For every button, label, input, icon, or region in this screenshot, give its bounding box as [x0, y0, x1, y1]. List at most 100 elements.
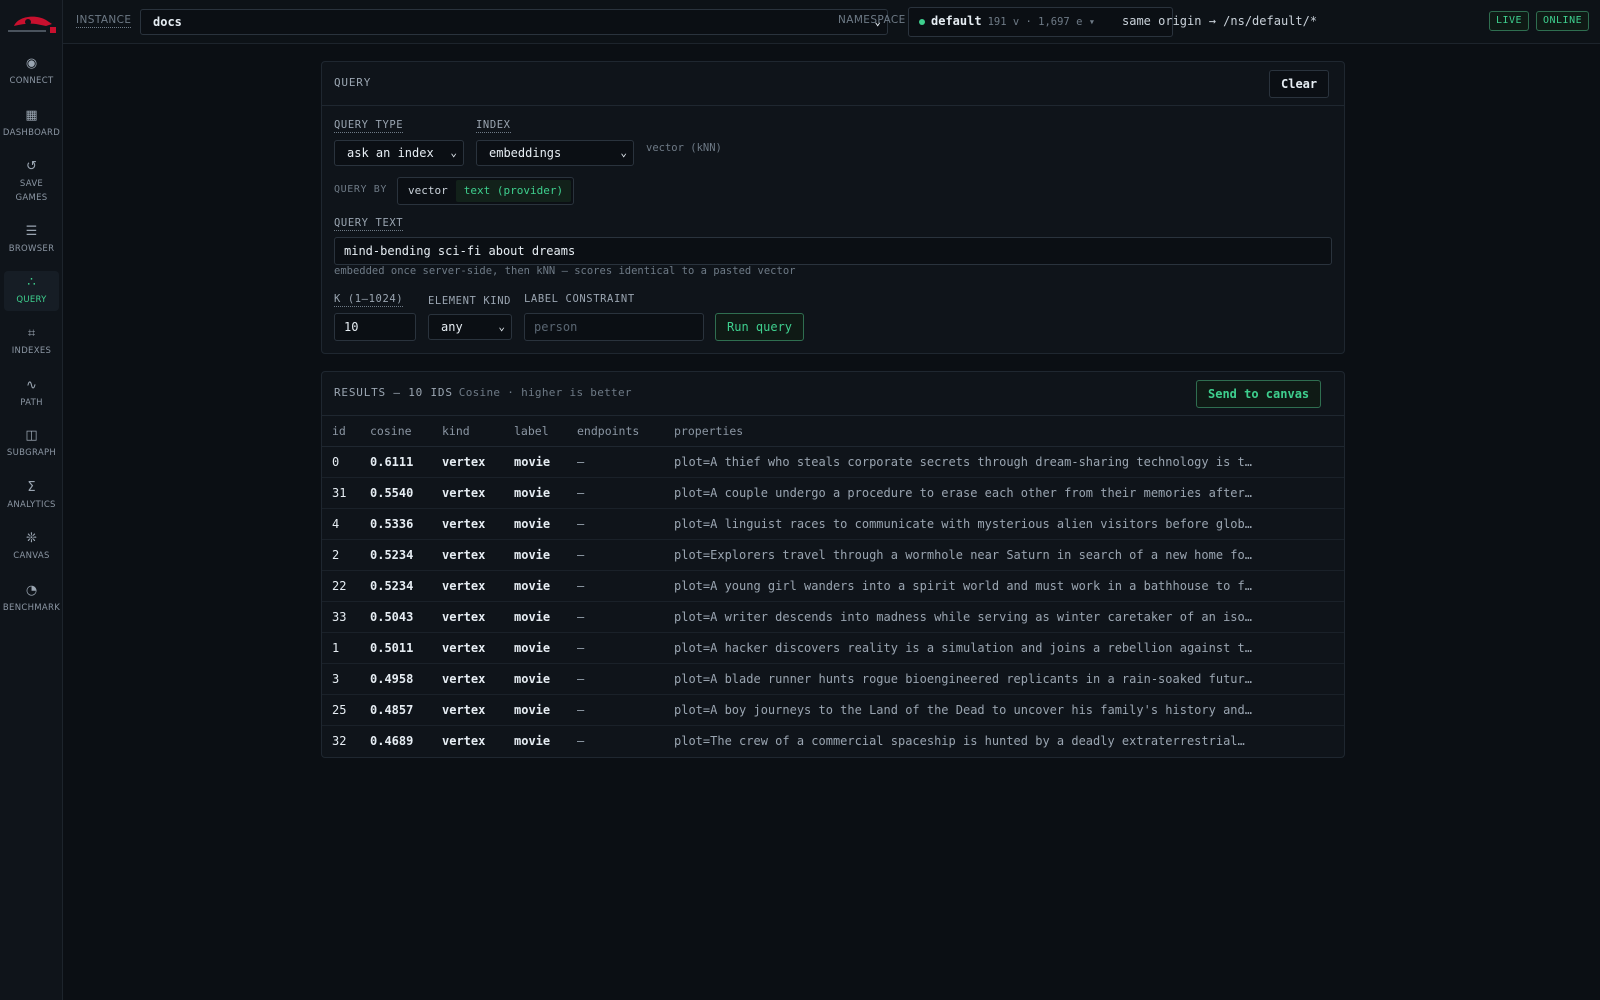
- column-header-properties[interactable]: properties: [664, 416, 1344, 447]
- sidebar-item-dashboard[interactable]: ▦ DASHBOARD: [3, 104, 60, 144]
- cell-label: movie: [504, 477, 567, 509]
- target-icon: ◉: [25, 56, 38, 71]
- sidebar-item-browser[interactable]: ☰ BROWSER: [4, 220, 59, 260]
- element-kind-select[interactable]: any ⌄: [428, 314, 512, 340]
- cell-kind: vertex: [432, 632, 504, 664]
- query-by-text[interactable]: text (provider): [455, 180, 572, 202]
- table-row[interactable]: 33 0.5043 vertex movie — plot=A writer descen…: [322, 601, 1344, 633]
- cell-kind: vertex: [432, 601, 504, 633]
- sigma-icon: Σ: [27, 480, 36, 495]
- sidebar-item-indexes[interactable]: ⌗ INDEXES: [4, 322, 59, 362]
- label-constraint-label: LABEL CONSTRAINT: [524, 293, 635, 305]
- refresh-icon: ↺: [26, 159, 37, 174]
- cell-cosine: 0.4857: [360, 694, 432, 726]
- namespace-stats: 191 v · 1,697 e ▾: [987, 16, 1096, 28]
- cell-endpoints: —: [577, 733, 585, 748]
- cell-label: movie: [504, 632, 567, 664]
- sidebar-item-label: QUERY: [16, 295, 47, 305]
- cell-id: 3: [322, 663, 360, 695]
- instance-select[interactable]: docs ⌄: [140, 9, 888, 35]
- cell-label: movie: [504, 508, 567, 540]
- cell-label: movie: [504, 694, 567, 726]
- column-header-cosine[interactable]: cosine: [360, 416, 432, 447]
- table-row[interactable]: 25 0.4857 vertex movie — plot=A boy journeys …: [322, 694, 1344, 726]
- table-row[interactable]: 31 0.5540 vertex movie — plot=A couple underg…: [322, 477, 1344, 509]
- cell-cosine: 0.5336: [360, 508, 432, 540]
- live-badge: LIVE: [1489, 11, 1530, 31]
- cell-kind: vertex: [432, 663, 504, 695]
- column-header-kind[interactable]: kind: [432, 416, 504, 447]
- chevron-down-icon: ⌄: [498, 320, 505, 333]
- label-constraint-input[interactable]: person: [524, 313, 704, 341]
- cell-kind: vertex: [432, 694, 504, 726]
- clear-button[interactable]: Clear: [1269, 70, 1330, 98]
- cell-properties: plot=A thief who steals corporate secret…: [664, 446, 1344, 478]
- table-row[interactable]: 3 0.4958 vertex movie — plot=A blade runner h…: [322, 663, 1344, 695]
- status-dot-icon: [919, 18, 925, 25]
- cell-endpoints: —: [567, 570, 664, 602]
- cell-kind: vertex: [432, 477, 504, 509]
- query-type-label: QUERY TYPE: [334, 119, 404, 133]
- column-header-label[interactable]: label: [504, 416, 567, 447]
- table-row[interactable]: 2 0.5234 vertex movie — plot=Explorers travel…: [322, 539, 1344, 571]
- results-panel-title: RESULTS — 10 IDS Cosine · higher is bette…: [334, 386, 632, 399]
- cell-label: movie: [514, 733, 551, 748]
- k-input[interactable]: 10: [334, 313, 416, 341]
- sidebar-item-connect[interactable]: ◉ CONNECT: [4, 52, 59, 92]
- cell-id: 22: [322, 570, 360, 602]
- column-header-id[interactable]: id: [322, 416, 360, 447]
- frame-icon: ⌗: [27, 326, 36, 341]
- table-row[interactable]: 4 0.5336 vertex movie — plot=A linguist races…: [322, 508, 1344, 540]
- run-query-button[interactable]: Run query: [715, 313, 805, 341]
- results-panel-header: RESULTS — 10 IDS Cosine · higher is bette…: [322, 372, 1344, 416]
- cell-cosine: 0.5043: [360, 601, 432, 633]
- sidebar-item-query[interactable]: ∴ QUERY: [4, 271, 59, 311]
- index-label: INDEX: [476, 119, 511, 133]
- sidebar-item-analytics[interactable]: Σ ANALYTICS: [4, 476, 59, 516]
- network-icon: ❊: [26, 531, 37, 546]
- sidebar-item-canvas[interactable]: ❊ CANVAS: [4, 527, 59, 567]
- gauge-icon: ◔: [25, 583, 38, 598]
- sidebar-item-label: CONNECT: [9, 76, 54, 86]
- cell-properties: plot=A linguist races to communicate wit…: [664, 508, 1344, 540]
- cell-label: movie: [504, 601, 567, 633]
- dots-icon: ∴: [27, 275, 36, 290]
- path-icon: ∿: [26, 378, 37, 393]
- query-by-vector[interactable]: vector: [400, 180, 456, 202]
- cell-endpoints: —: [567, 477, 664, 509]
- index-hint: vector (kNN): [646, 142, 722, 154]
- cell-properties: plot=A hacker discovers reality is a sim…: [664, 632, 1344, 664]
- sidebar-item-path[interactable]: ∿ PATH: [4, 374, 59, 414]
- send-to-canvas-button[interactable]: Send to canvas: [1196, 380, 1322, 408]
- top-bar: INSTANCE docs ⌄ NAMESPACE default 191 v ·…: [63, 0, 1600, 44]
- cell-kind: vertex: [432, 508, 504, 540]
- cell-id: 0: [322, 446, 360, 478]
- cell-label: movie: [504, 446, 567, 478]
- cell-cosine: 0.5234: [360, 570, 432, 602]
- sidebar-item-label: PATH: [20, 398, 43, 408]
- cell-cosine: 0.4689: [370, 733, 414, 748]
- origin-text: same origin → /ns/default/*: [1122, 14, 1318, 28]
- table-row[interactable]: 22 0.5234 vertex movie — plot=A young girl wa…: [322, 570, 1344, 602]
- list-icon: ☰: [25, 224, 38, 239]
- dashboard-icon: ▦: [25, 108, 38, 123]
- table-row[interactable]: 1 0.5011 vertex movie — plot=A hacker discove…: [322, 632, 1344, 664]
- query-text-label: QUERY TEXT: [334, 217, 404, 231]
- index-select[interactable]: embeddings ⌄: [476, 140, 634, 166]
- query-panel-title: QUERY: [334, 76, 372, 89]
- cell-id: 4: [322, 508, 360, 540]
- sidebar-item-save-games[interactable]: ↺ SAVE GAMES: [4, 155, 59, 209]
- column-header-endpoints[interactable]: endpoints: [567, 416, 664, 447]
- index-value: embeddings: [489, 146, 562, 160]
- table-row[interactable]: 0 0.6111 vertex movie — plot=A thief who stea…: [322, 446, 1344, 478]
- table-row[interactable]: 32 0.4689 vertex movie — plot=The crew of a c…: [322, 725, 1344, 756]
- query-type-select[interactable]: ask an index ⌄: [334, 140, 464, 166]
- sidebar-item-subgraph[interactable]: ◫ SUBGRAPH: [4, 424, 59, 464]
- sidebar-item-label: CANVAS: [13, 551, 50, 561]
- instance-value: docs: [153, 15, 182, 29]
- cell-cosine: 0.5234: [360, 539, 432, 571]
- online-badge: ONLINE: [1536, 11, 1590, 31]
- query-text-input[interactable]: mind-bending sci-fi about dreams: [334, 237, 1332, 265]
- cell-endpoints: —: [567, 446, 664, 478]
- sidebar-item-benchmark[interactable]: ◔ BENCHMARK: [3, 579, 60, 619]
